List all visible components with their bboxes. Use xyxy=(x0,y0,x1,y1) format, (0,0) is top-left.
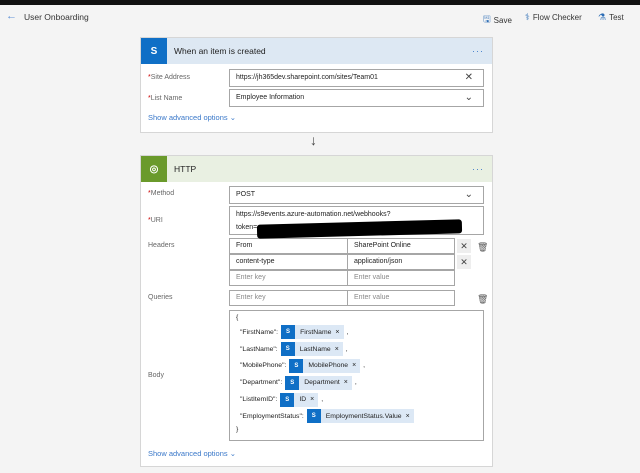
body-field-key: "LastName": xyxy=(240,345,278,353)
header-value-input[interactable]: SharePoint Online xyxy=(347,238,455,254)
token-label: FirstName xyxy=(300,328,332,336)
header-value-input[interactable]: application/json xyxy=(347,254,455,270)
show-advanced-options-link[interactable]: Show advanced options ⌄ xyxy=(148,113,236,122)
test-button[interactable]: ⚗ Test xyxy=(598,12,624,23)
chevron-down-icon: ⌄ xyxy=(464,92,473,103)
remove-token-icon[interactable]: × xyxy=(310,396,314,403)
comma: , xyxy=(346,328,349,336)
query-value-input[interactable]: Enter value xyxy=(347,290,455,306)
body-open-brace: { xyxy=(236,314,239,321)
uri-label: *URI xyxy=(148,217,163,224)
comma: , xyxy=(354,379,357,387)
beaker-icon: ⚗ xyxy=(598,12,607,22)
query-key-input[interactable]: Enter key xyxy=(229,290,348,306)
more-options-icon[interactable]: ··· xyxy=(472,164,484,174)
body-field-key: "FirstName": xyxy=(240,328,279,336)
token-label: MobilePhone xyxy=(308,362,349,370)
trigger-header[interactable]: S When an item is created ··· xyxy=(141,38,492,64)
dynamic-content-token[interactable]: S ID × xyxy=(280,392,319,407)
body-field-row: "FirstName": S FirstName ×, xyxy=(236,324,477,341)
remove-token-icon[interactable]: × xyxy=(406,413,410,420)
body-field-key: "EmploymentStatus": xyxy=(240,412,304,420)
dynamic-content-token[interactable]: S MobilePhone × xyxy=(289,358,361,373)
save-button[interactable]: 🖫 Save xyxy=(483,12,512,28)
trash-icon[interactable]: 🗑 xyxy=(477,294,488,305)
dynamic-content-token[interactable]: S LastName × xyxy=(280,342,343,357)
remove-header-icon[interactable]: ✕ xyxy=(457,255,471,269)
method-label: *Method xyxy=(148,190,175,197)
header-key-input[interactable]: content-type xyxy=(229,254,348,270)
show-advanced-options-link[interactable]: Show advanced options ⌄ xyxy=(148,449,236,458)
header-key-input[interactable]: From xyxy=(229,238,348,254)
save-icon: 🖫 xyxy=(483,14,491,24)
flow-checker-label: Flow Checker xyxy=(532,13,582,22)
flow-title: User Onboarding xyxy=(24,12,89,22)
comma: , xyxy=(345,345,348,353)
header-key-input[interactable]: Enter key xyxy=(229,270,348,286)
queries-label: Queries xyxy=(148,294,173,301)
header-value-input[interactable]: Enter value xyxy=(347,270,455,286)
site-address-label: *Site Address xyxy=(148,74,191,81)
globe-icon: ◎ xyxy=(141,156,167,182)
token-label: Department xyxy=(304,379,340,387)
list-name-label: *List Name xyxy=(148,95,183,102)
http-card: ◎ HTTP ··· *Method POST ⌄ *URI https://s9… xyxy=(140,155,493,467)
dynamic-content-token[interactable]: S Department × xyxy=(285,375,352,390)
stethoscope-icon: ⚕ xyxy=(525,12,530,22)
remove-token-icon[interactable]: × xyxy=(352,362,356,369)
body-editor[interactable]: { "FirstName": S FirstName ×, "LastName": S La… xyxy=(229,310,484,441)
http-title: HTTP xyxy=(174,164,197,174)
remove-token-icon[interactable]: × xyxy=(344,379,348,386)
body-field-row: "LastName": S LastName ×, xyxy=(236,341,477,358)
dynamic-content-token[interactable]: S EmploymentStatus.Value × xyxy=(306,409,414,424)
sharepoint-icon: S xyxy=(306,409,321,424)
http-header[interactable]: ◎ HTTP ··· xyxy=(141,156,492,182)
body-field-row: "ListItemID": S ID ×, xyxy=(236,391,477,408)
header-bar: ← User Onboarding 🖫 Save ⚕ Flow Checker ⚗ T… xyxy=(0,8,640,26)
body-field-row: "MobilePhone": S MobilePhone ×, xyxy=(236,358,477,375)
remove-token-icon[interactable]: × xyxy=(335,329,339,336)
body-field-key: "MobilePhone": xyxy=(240,362,287,370)
sharepoint-icon: S xyxy=(141,38,167,64)
sharepoint-icon: S xyxy=(281,325,296,340)
body-field-key: "Department": xyxy=(240,379,283,387)
flow-checker-button[interactable]: ⚕ Flow Checker xyxy=(525,12,582,23)
comma: , xyxy=(321,396,324,404)
arrow-down-icon: ↓ xyxy=(310,132,317,148)
sharepoint-icon: S xyxy=(285,375,300,390)
back-arrow-icon[interactable]: ← xyxy=(6,10,17,22)
method-select[interactable]: POST ⌄ xyxy=(229,186,484,204)
comma: , xyxy=(363,362,366,370)
save-label: Save xyxy=(493,15,512,25)
body-field-row: "EmploymentStatus": S EmploymentStatus.Val… xyxy=(236,408,477,425)
trigger-title: When an item is created xyxy=(174,46,266,56)
clear-icon[interactable]: ✕ xyxy=(465,72,473,83)
body-field-row: "Department": S Department ×, xyxy=(236,374,477,391)
sharepoint-icon: S xyxy=(289,358,304,373)
token-label: ID xyxy=(299,396,307,404)
headers-label: Headers xyxy=(148,242,175,249)
remove-token-icon[interactable]: × xyxy=(335,346,339,353)
trigger-card: S When an item is created ··· *Site Addr… xyxy=(140,37,493,133)
list-name-select[interactable]: Employee Information ⌄ xyxy=(229,89,484,107)
remove-header-icon[interactable]: ✕ xyxy=(457,239,471,253)
trash-icon[interactable]: 🗑 xyxy=(477,242,488,253)
token-label: LastName xyxy=(299,345,331,353)
sharepoint-icon: S xyxy=(280,392,295,407)
site-address-input[interactable]: https://jh365dev.sharepoint.com/sites/Te… xyxy=(229,69,484,87)
token-label: EmploymentStatus.Value xyxy=(325,412,402,420)
body-label: Body xyxy=(148,372,164,379)
test-label: Test xyxy=(609,13,624,22)
dynamic-content-token[interactable]: S FirstName × xyxy=(281,325,344,340)
chevron-down-icon: ⌄ xyxy=(464,189,473,200)
top-bar xyxy=(0,0,640,5)
body-field-key: "ListItemID": xyxy=(240,396,278,404)
body-close-brace: } xyxy=(236,425,239,433)
sharepoint-icon: S xyxy=(280,342,295,357)
more-options-icon[interactable]: ··· xyxy=(472,46,484,56)
